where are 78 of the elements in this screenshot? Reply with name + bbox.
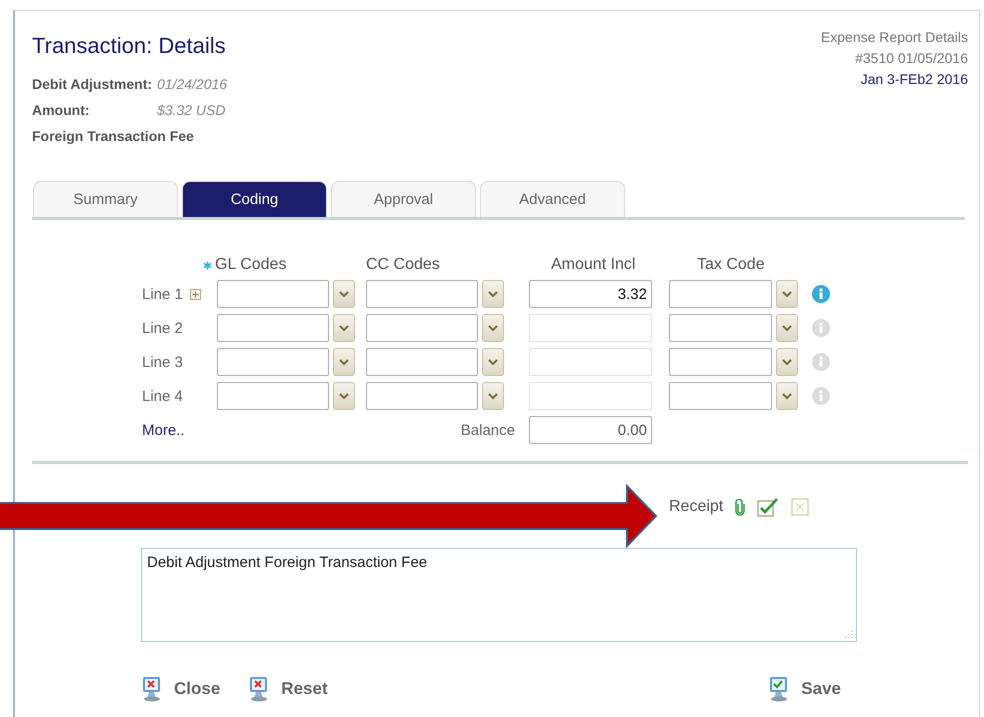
dropdown-button[interactable] [776,280,798,308]
balance-field: 0.00 [529,416,652,444]
action-button[interactable]: Close [141,676,220,702]
dropdown-button[interactable] [776,314,798,342]
column-header: CC Codes [366,256,440,274]
chevron-down-icon [782,358,792,366]
report-period: Jan 3-FEb2 2016 [860,70,968,89]
select-field[interactable] [217,314,329,342]
info-icon[interactable] [812,319,830,337]
chevron-down-icon [782,290,792,298]
transaction-description: Foreign Transaction Fee [32,127,195,146]
action-button[interactable]: Save [768,676,841,702]
detail-value: 01/24/2016 [157,75,228,94]
chevron-down-icon [339,290,349,298]
paperclip-icon[interactable] [735,498,746,516]
amount-field[interactable] [529,348,652,376]
select-field[interactable] [217,348,329,376]
dropdown-button[interactable] [482,314,504,342]
chevron-down-icon [339,392,349,400]
dropdown-button[interactable] [333,348,355,376]
select-field[interactable] [669,280,772,308]
select-field[interactable] [217,280,329,308]
detail-value: $3.32 USD [157,101,226,120]
more-link[interactable]: More.. [142,422,217,438]
detail-label: Amount: [32,101,91,120]
dropdown-button[interactable] [333,314,355,342]
page-title: Transaction: Details [32,33,227,59]
dropdown-button[interactable] [482,348,504,376]
note-field[interactable]: Debit Adjustment Foreign Transaction Fee [141,548,857,642]
report-number: #3510 01/05/2016 [855,49,968,68]
balance-label: Balance [460,422,516,438]
amount-field[interactable]: 3.32 [529,280,652,308]
select-field[interactable] [366,280,478,308]
tab[interactable]: Coding [182,181,327,217]
chevron-down-icon [339,358,349,366]
select-field[interactable] [669,314,772,342]
chevron-down-icon [782,392,792,400]
tab[interactable]: Approval [331,181,476,217]
dropdown-button[interactable] [482,280,504,308]
amount-field[interactable] [529,314,652,342]
column-header: GL Codes [215,256,286,274]
chevron-down-icon [488,290,498,298]
tab[interactable]: Summary [33,181,178,217]
dropdown-button[interactable] [776,348,798,376]
chevron-down-icon [339,324,349,332]
chevron-down-icon [488,324,498,332]
line-label: Line 4 [142,388,183,404]
resize-grip-icon[interactable] [845,630,853,638]
info-icon[interactable] [812,353,830,371]
column-header: Amount Incl [551,256,636,274]
report-title: Expense Report Details [820,28,968,47]
line-label: Line 1 [142,286,183,302]
select-field[interactable] [217,382,329,410]
select-field[interactable] [669,382,772,410]
tab[interactable]: Advanced [480,181,625,217]
dropdown-button[interactable] [482,382,504,410]
select-field[interactable] [366,348,478,376]
chevron-down-icon [488,392,498,400]
expand-icon[interactable] [190,288,201,300]
column-header: Tax Code [697,256,765,274]
chevron-down-icon [488,358,498,366]
select-field[interactable] [366,314,478,342]
select-field[interactable] [669,348,772,376]
dropdown-button[interactable] [333,280,355,308]
select-field[interactable] [366,382,478,410]
info-icon[interactable] [812,285,830,303]
action-button[interactable]: Reset [248,676,328,702]
detail-label: Debit Adjustment: [32,75,154,94]
line-label: Line 2 [142,320,183,336]
dropdown-button[interactable] [776,382,798,410]
receipt-label: Receipt [669,498,724,516]
line-label: Line 3 [142,354,183,370]
dropdown-button[interactable] [333,382,355,410]
cross-box-icon[interactable] [791,498,810,516]
info-icon[interactable] [812,387,830,405]
amount-field[interactable] [529,382,652,410]
chevron-down-icon [782,324,792,332]
checked-box-icon[interactable] [757,497,780,517]
